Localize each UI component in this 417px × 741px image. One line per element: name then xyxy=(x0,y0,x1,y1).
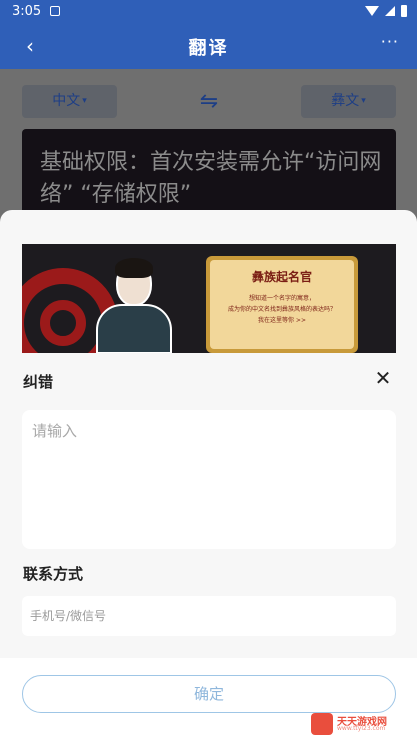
watermark: 天天游戏网 www.ttyl23.com xyxy=(311,713,403,735)
status-time: 3:05 xyxy=(12,4,42,19)
notification-icon xyxy=(50,6,60,16)
banner-person-image xyxy=(96,258,172,353)
banner-sign-line: 我在这里等你 >> xyxy=(258,317,306,324)
battery-icon xyxy=(401,5,407,17)
wifi-icon xyxy=(365,6,379,16)
status-icons xyxy=(365,5,407,17)
translation-text: 基础权限：首次安装需允许“访问网络” “存储权限” xyxy=(40,150,382,207)
banner-decoration xyxy=(40,300,86,346)
source-language-label: 中文 xyxy=(52,93,81,109)
banner-sign-line: 想知道一个名字的寓意， xyxy=(248,295,315,302)
signal-icon xyxy=(385,6,395,16)
language-selector-row: 中文 ▾ ⇋ 彝文 ▾ xyxy=(0,85,417,119)
promo-banner[interactable]: 彝族起名官 想知道一个名字的寓意， 成为你的中文名找到彝族风格的表达吗？ 我在这… xyxy=(22,244,396,353)
sheet-footer: 确定 天天游戏网 www.ttyl23.com xyxy=(0,658,417,741)
confirm-button[interactable]: 确定 xyxy=(22,675,396,713)
feedback-sheet: 彝族起名官 想知道一个名字的寓意， 成为你的中文名找到彝族风格的表达吗？ 我在这… xyxy=(0,210,417,741)
target-language-button[interactable]: 彝文 ▾ xyxy=(301,85,396,118)
translation-text-card: 基础权限：首次安装需允许“访问网络” “存储权限” xyxy=(22,129,396,219)
close-icon[interactable]: ✕ xyxy=(373,368,393,388)
source-language-button[interactable]: 中文 ▾ xyxy=(22,85,117,118)
contact-input[interactable] xyxy=(22,596,396,636)
swap-icon[interactable]: ⇋ xyxy=(196,89,222,115)
correction-input[interactable] xyxy=(22,410,396,549)
status-bar: 3:05 xyxy=(0,0,417,24)
app-bar: ‹ 翻译 ··· xyxy=(0,24,417,69)
contact-title: 联系方式 xyxy=(23,565,84,583)
more-icon[interactable]: ··· xyxy=(381,32,399,51)
banner-sign-line: 成为你的中文名找到彝族风格的表达吗？ xyxy=(227,306,336,313)
caret-down-icon: ▾ xyxy=(82,96,87,106)
watermark-logo xyxy=(311,713,333,735)
page-title: 翻译 xyxy=(188,38,229,59)
watermark-url: www.ttyl23.com xyxy=(337,725,386,732)
target-language-label: 彝文 xyxy=(331,93,360,109)
banner-sign-title: 彝族起名官 xyxy=(251,270,312,284)
correction-title: 纠错 xyxy=(23,373,54,391)
banner-sign: 彝族起名官 想知道一个名字的寓意， 成为你的中文名找到彝族风格的表达吗？ 我在这… xyxy=(206,256,358,353)
caret-down-icon: ▾ xyxy=(361,96,366,106)
